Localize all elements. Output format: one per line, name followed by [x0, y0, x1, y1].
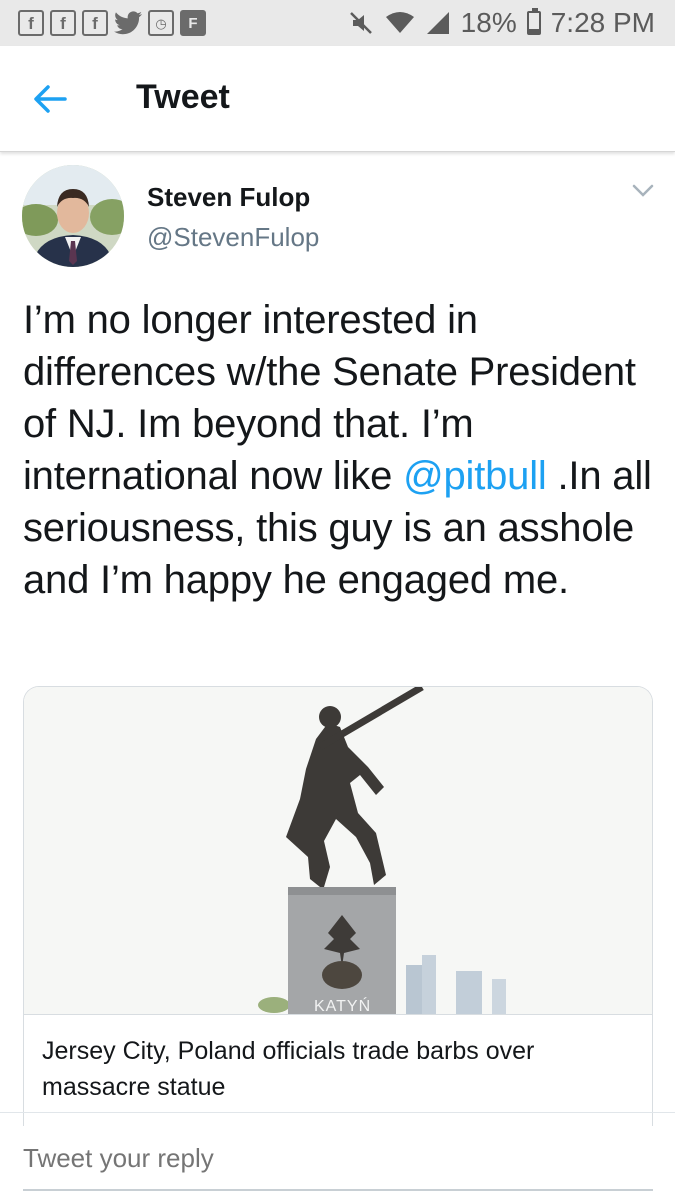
image-watermark: KATYŃ	[314, 996, 371, 1015]
twitter-bird-icon	[114, 11, 142, 35]
card-caption[interactable]: Jersey City, Poland officials trade barb…	[42, 1033, 632, 1105]
chevron-down-icon	[632, 184, 654, 197]
back-button[interactable]	[30, 82, 70, 116]
wifi-icon	[385, 12, 414, 33]
facebook-notification-icon: f	[18, 10, 44, 36]
reply-input[interactable]	[23, 1138, 653, 1178]
link-card[interactable]: KATYŃ Jersey City, Poland officials trad…	[23, 686, 653, 1126]
flipboard-icon: F	[180, 10, 206, 36]
battery-icon	[526, 8, 541, 35]
mute-icon	[349, 12, 372, 34]
author-name[interactable]: Steven Fulop	[147, 182, 310, 213]
tweet-text: I’m no longer interested in differences …	[23, 294, 653, 606]
tweet-options-button[interactable]	[632, 184, 654, 198]
author-handle[interactable]: @StevenFulop	[147, 222, 319, 253]
clock-app-icon: ◷	[148, 10, 174, 36]
mention-link[interactable]: @pitbull	[403, 454, 547, 498]
facebook-notification-icon: f	[50, 10, 76, 36]
signal-icon	[426, 12, 449, 34]
reply-input-underline	[23, 1189, 653, 1191]
notification-icons: f f f ◷ F	[18, 10, 206, 36]
app-header: Tweet	[0, 46, 675, 152]
card-image[interactable]: KATYŃ	[24, 687, 652, 1015]
battery-percent: 18%	[460, 7, 517, 38]
back-arrow-icon	[34, 85, 67, 113]
divider	[0, 1112, 675, 1113]
status-bar: f f f ◷ F 18% 7:28 PM	[0, 0, 675, 46]
page-title: Tweet	[136, 78, 230, 116]
katyn-statue-image: KATYŃ	[24, 687, 652, 1015]
clock-time: 7:28 PM	[550, 7, 655, 38]
avatar-image	[22, 165, 124, 267]
author-avatar[interactable]	[22, 165, 124, 267]
facebook-notification-icon: f	[82, 10, 108, 36]
system-status: 18% 7:28 PM	[349, 7, 655, 39]
